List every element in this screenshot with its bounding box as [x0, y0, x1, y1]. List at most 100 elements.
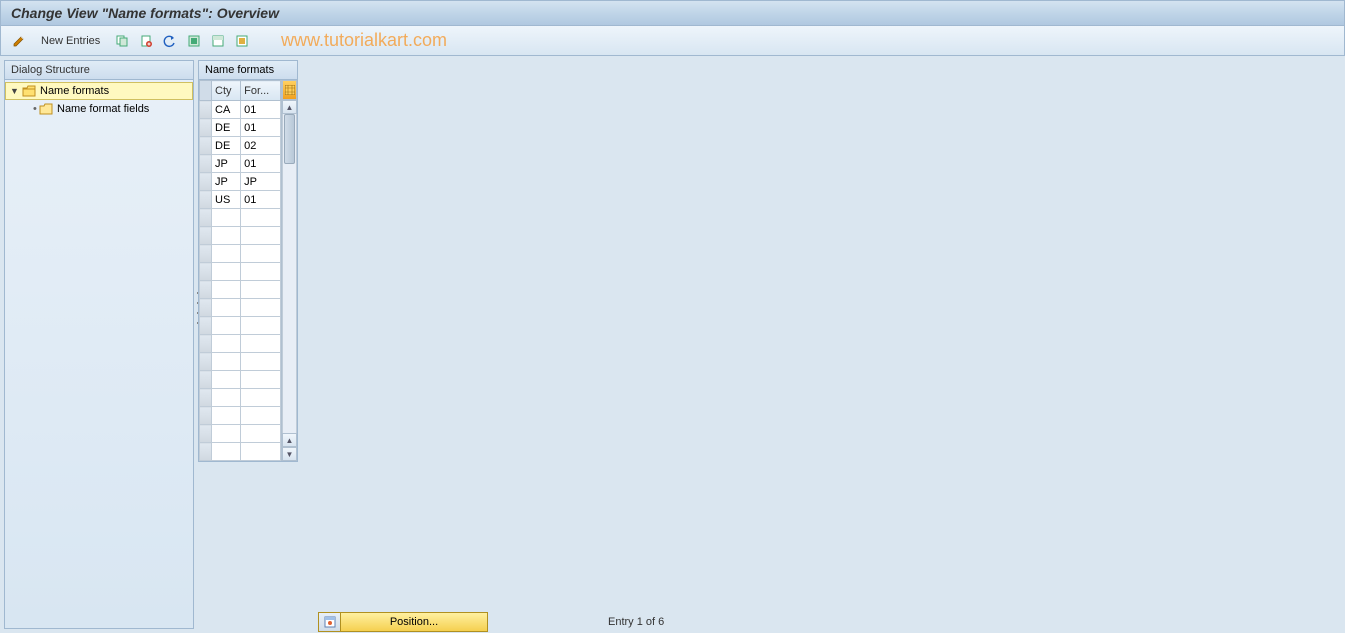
- table-row[interactable]: DE01: [200, 119, 281, 137]
- cell-format[interactable]: [241, 335, 281, 353]
- cell-format[interactable]: [241, 263, 281, 281]
- scroll-up-icon[interactable]: ▲: [282, 100, 297, 114]
- row-selector-cell[interactable]: [200, 227, 212, 245]
- table-row[interactable]: CA01: [200, 101, 281, 119]
- table-row-empty[interactable]: [200, 389, 281, 407]
- row-selector-cell[interactable]: [200, 353, 212, 371]
- cell-cty[interactable]: JP: [212, 173, 241, 191]
- row-selector-cell[interactable]: [200, 155, 212, 173]
- cell-format[interactable]: [241, 371, 281, 389]
- cell-cty[interactable]: [212, 335, 241, 353]
- cell-cty[interactable]: DE: [212, 119, 241, 137]
- cell-format[interactable]: [241, 299, 281, 317]
- scrollbar-track[interactable]: [282, 114, 297, 433]
- delete-icon[interactable]: [136, 31, 156, 51]
- cell-cty[interactable]: [212, 209, 241, 227]
- cell-cty[interactable]: CA: [212, 101, 241, 119]
- cell-cty[interactable]: [212, 245, 241, 263]
- row-selector-cell[interactable]: [200, 173, 212, 191]
- table-row-empty[interactable]: [200, 245, 281, 263]
- cell-cty[interactable]: [212, 371, 241, 389]
- table-row-empty[interactable]: [200, 425, 281, 443]
- new-entries-button[interactable]: New Entries: [33, 33, 108, 49]
- table-row[interactable]: JP01: [200, 155, 281, 173]
- deselect-all-icon[interactable]: [232, 31, 252, 51]
- row-selector-cell[interactable]: [200, 209, 212, 227]
- table-row-empty[interactable]: [200, 335, 281, 353]
- cell-format[interactable]: [241, 317, 281, 335]
- cell-format[interactable]: 01: [241, 119, 281, 137]
- cell-format[interactable]: [241, 245, 281, 263]
- table-row[interactable]: DE02: [200, 137, 281, 155]
- row-selector-cell[interactable]: [200, 371, 212, 389]
- column-header-cty[interactable]: Cty: [212, 81, 241, 101]
- expand-toggle-icon[interactable]: ▼: [10, 86, 22, 96]
- table-row-empty[interactable]: [200, 299, 281, 317]
- cell-cty[interactable]: [212, 425, 241, 443]
- cell-format[interactable]: 02: [241, 137, 281, 155]
- row-selector-cell[interactable]: [200, 425, 212, 443]
- row-selector-cell[interactable]: [200, 443, 212, 461]
- table-row[interactable]: JPJP: [200, 173, 281, 191]
- select-all-icon[interactable]: [184, 31, 204, 51]
- position-button[interactable]: Position...: [318, 612, 488, 632]
- row-selector-cell[interactable]: [200, 317, 212, 335]
- row-selector-cell[interactable]: [200, 407, 212, 425]
- row-selector-cell[interactable]: [200, 191, 212, 209]
- row-selector-cell[interactable]: [200, 101, 212, 119]
- table-row-empty[interactable]: [200, 281, 281, 299]
- cell-format[interactable]: JP: [241, 173, 281, 191]
- cell-format[interactable]: 01: [241, 191, 281, 209]
- tree-node-name-formats[interactable]: ▼ Name formats: [5, 82, 193, 100]
- cell-cty[interactable]: DE: [212, 137, 241, 155]
- cell-format[interactable]: 01: [241, 101, 281, 119]
- table-row-empty[interactable]: [200, 209, 281, 227]
- scrollbar-thumb[interactable]: [284, 114, 295, 164]
- cell-cty[interactable]: US: [212, 191, 241, 209]
- table-row-empty[interactable]: [200, 317, 281, 335]
- cell-cty[interactable]: [212, 389, 241, 407]
- row-selector-cell[interactable]: [200, 137, 212, 155]
- cell-cty[interactable]: [212, 407, 241, 425]
- row-selector-cell[interactable]: [200, 119, 212, 137]
- cell-format[interactable]: [241, 281, 281, 299]
- row-selector-header[interactable]: [200, 81, 212, 101]
- cell-format[interactable]: 01: [241, 155, 281, 173]
- cell-cty[interactable]: [212, 227, 241, 245]
- scroll-down-icon[interactable]: ▼: [282, 447, 297, 461]
- table-row-empty[interactable]: [200, 407, 281, 425]
- column-header-format[interactable]: For...: [241, 81, 281, 101]
- scroll-page-up-icon[interactable]: ▲: [282, 433, 297, 447]
- cell-cty[interactable]: [212, 263, 241, 281]
- cell-cty[interactable]: [212, 299, 241, 317]
- cell-cty[interactable]: [212, 353, 241, 371]
- table-row-empty[interactable]: [200, 263, 281, 281]
- cell-format[interactable]: [241, 389, 281, 407]
- cell-format[interactable]: [241, 407, 281, 425]
- table-row-empty[interactable]: [200, 353, 281, 371]
- row-selector-cell[interactable]: [200, 263, 212, 281]
- cell-cty[interactable]: [212, 281, 241, 299]
- table-row-empty[interactable]: [200, 443, 281, 461]
- table-row[interactable]: US01: [200, 191, 281, 209]
- cell-format[interactable]: [241, 443, 281, 461]
- toggle-display-change-icon[interactable]: [9, 31, 29, 51]
- cell-format[interactable]: [241, 209, 281, 227]
- copy-as-icon[interactable]: [112, 31, 132, 51]
- tree-node-name-format-fields[interactable]: • Name format fields: [5, 100, 193, 118]
- row-selector-cell[interactable]: [200, 299, 212, 317]
- row-selector-cell[interactable]: [200, 389, 212, 407]
- cell-cty[interactable]: [212, 443, 241, 461]
- table-row-empty[interactable]: [200, 371, 281, 389]
- row-selector-cell[interactable]: [200, 281, 212, 299]
- cell-cty[interactable]: JP: [212, 155, 241, 173]
- row-selector-cell[interactable]: [200, 245, 212, 263]
- table-settings-icon[interactable]: [282, 80, 297, 100]
- select-block-icon[interactable]: [208, 31, 228, 51]
- table-row-empty[interactable]: [200, 227, 281, 245]
- cell-cty[interactable]: [212, 317, 241, 335]
- cell-format[interactable]: [241, 425, 281, 443]
- row-selector-cell[interactable]: [200, 335, 212, 353]
- cell-format[interactable]: [241, 353, 281, 371]
- cell-format[interactable]: [241, 227, 281, 245]
